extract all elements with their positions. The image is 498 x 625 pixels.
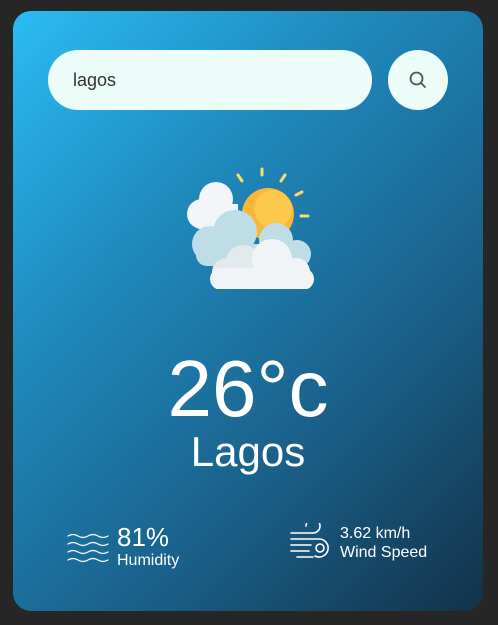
- wind-speed-label: Wind Speed: [340, 544, 428, 561]
- humidity-label: Humidity: [117, 552, 180, 569]
- city-name: Lagos: [190, 428, 306, 475]
- waves-icon: [67, 533, 109, 562]
- wind-section: 3.62 km/h Wind Speed: [289, 523, 427, 563]
- search-icon: [409, 71, 426, 88]
- search-input[interactable]: [48, 50, 372, 110]
- sun-behind-clouds-icon: [187, 167, 314, 289]
- humidity-section: 81% Humidity: [66, 523, 179, 570]
- search-button[interactable]: [388, 50, 448, 110]
- temperature-value: 26°c: [167, 344, 329, 433]
- humidity-value: 81%: [117, 522, 170, 552]
- wind-icon: [290, 523, 329, 558]
- wind-speed-value: 3.62 km/h: [340, 525, 411, 542]
- weather-card: 26°c Lagos 81% Humidity: [13, 11, 483, 611]
